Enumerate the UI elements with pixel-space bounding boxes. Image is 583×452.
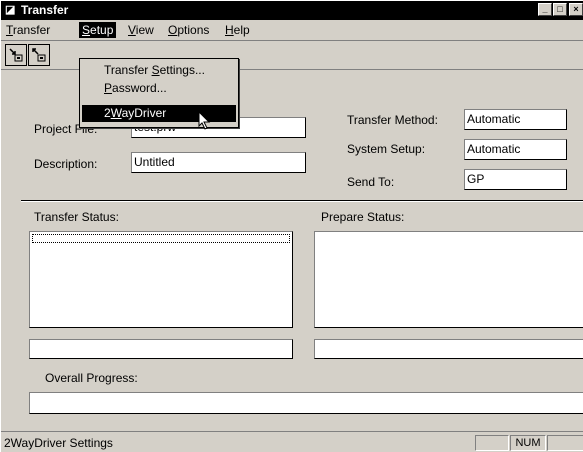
maximize-button[interactable]: □: [553, 3, 567, 16]
receive-icon: [32, 48, 46, 62]
app-icon: ◪: [5, 4, 16, 16]
menu-item-2waydriver[interactable]: 2WayDriver: [82, 105, 236, 122]
menu-item-password[interactable]: Password...: [82, 80, 236, 97]
transfer-status-list[interactable]: [29, 231, 293, 328]
status-panel-num: NUM: [510, 435, 546, 451]
menu-options[interactable]: Options: [165, 22, 212, 38]
status-panel-scrl: [547, 435, 583, 451]
system-setup-label: System Setup:: [347, 142, 426, 156]
menu-bar: Transfer Setup View Options Help: [1, 20, 583, 40]
status-panel-empty: [475, 435, 509, 451]
mouse-cursor-icon: [198, 111, 211, 130]
prepare-status-label: Prepare Status:: [321, 210, 405, 224]
description-label: Description:: [34, 157, 98, 171]
minimize-button[interactable]: _: [538, 3, 552, 16]
send-to-gp-button[interactable]: [5, 44, 27, 66]
description-field[interactable]: Untitled: [131, 152, 306, 173]
overall-progress-bar: [29, 392, 583, 414]
prepare-progress-bar: [314, 339, 583, 359]
menu-help[interactable]: Help: [222, 22, 253, 38]
close-button[interactable]: ×: [569, 3, 583, 16]
menu-item-transfer-settings[interactable]: Transfer Settings...: [82, 62, 236, 79]
transfer-status-label: Transfer Status:: [34, 210, 119, 224]
separator: [21, 200, 583, 202]
transfer-progress-bar: [29, 339, 293, 359]
status-bar-text: 2WayDriver Settings: [4, 436, 113, 450]
menu-view[interactable]: View: [125, 22, 157, 38]
setup-menu-dropdown: Transfer Settings... Password... 2WayDri…: [79, 58, 239, 128]
send-to-field[interactable]: GP: [464, 169, 567, 190]
window-title: Transfer: [21, 3, 69, 17]
menu-setup[interactable]: Setup: [79, 22, 117, 38]
send-icon: [9, 48, 23, 62]
menu-transfer[interactable]: Transfer: [3, 22, 53, 38]
send-to-label: Send To:: [347, 175, 395, 189]
overall-progress-label: Overall Progress:: [45, 371, 138, 385]
title-bar[interactable]: ◪ Transfer _ □ ×: [1, 1, 583, 20]
transfer-window: ◪ Transfer _ □ × Transfer Setup View Opt…: [0, 0, 583, 452]
prepare-status-list[interactable]: [314, 231, 583, 328]
system-setup-field[interactable]: Automatic: [464, 139, 567, 160]
receive-from-gp-button[interactable]: [28, 44, 50, 66]
status-bar: 2WayDriver Settings NUM: [1, 431, 583, 452]
transfer-method-label: Transfer Method:: [347, 113, 438, 127]
transfer-method-field[interactable]: Automatic: [464, 109, 567, 130]
focus-rect: [32, 234, 290, 243]
